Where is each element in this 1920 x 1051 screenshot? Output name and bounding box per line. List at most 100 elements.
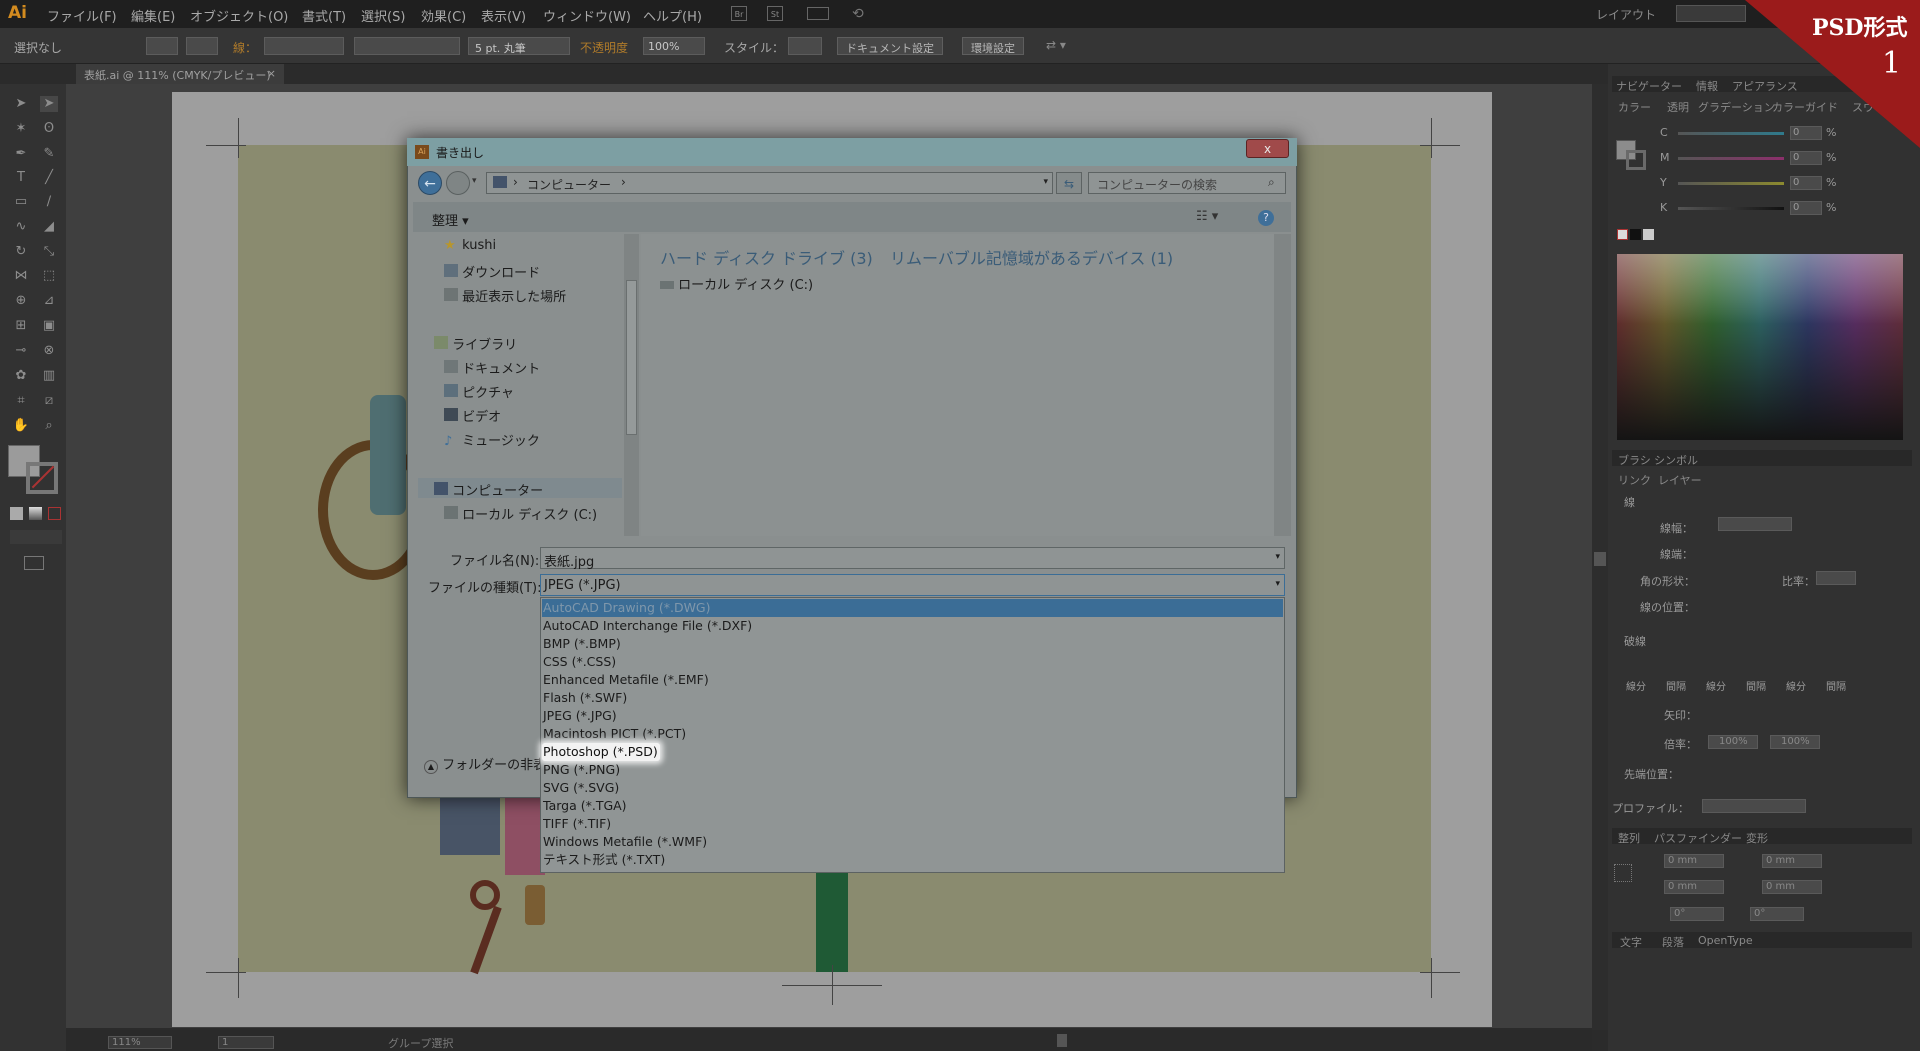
line-tool-icon[interactable]: ╱ — [40, 170, 58, 186]
menu-help[interactable]: ヘルプ(H) — [643, 6, 702, 25]
eraser-icon[interactable]: ◢ — [40, 219, 58, 235]
opacity-label[interactable]: 不透明度 — [580, 39, 628, 56]
scale-start-input[interactable]: 100% — [1708, 735, 1758, 749]
chevron-down-icon[interactable]: ▾ — [1275, 552, 1280, 562]
width-tool-icon[interactable]: ⋈ — [12, 268, 30, 284]
color-mode-icon[interactable] — [10, 507, 23, 520]
artboard-select[interactable]: 1 — [218, 1036, 274, 1049]
reference-point-icon[interactable] — [1614, 864, 1632, 882]
magic-wand-icon[interactable]: ✶ — [12, 121, 30, 137]
view-options-icon[interactable]: ☷ ▾ — [1196, 209, 1218, 224]
rotate-tool-icon[interactable]: ↻ — [12, 244, 30, 260]
menu-object[interactable]: オブジェクト(O) — [190, 6, 288, 25]
stroke-swatch[interactable] — [186, 37, 218, 55]
refresh-icon[interactable]: ⇆ — [1056, 172, 1082, 194]
nav-libraries[interactable]: ライブラリ — [434, 334, 517, 353]
filetype-option[interactable]: SVG (*.SVG) — [542, 779, 1283, 797]
file-item-local-disk[interactable]: ローカル ディスク (C:) — [660, 274, 813, 293]
tab-opentype[interactable]: OpenType — [1698, 934, 1753, 947]
scale-end-input[interactable]: 100% — [1770, 735, 1820, 749]
search-icon[interactable]: ⌕ — [1268, 175, 1275, 190]
hide-folders-toggle[interactable]: ▲ フォルダーの非表示 — [424, 754, 559, 774]
dialog-titlebar[interactable] — [407, 138, 1297, 166]
address-location[interactable]: コンピューター — [527, 176, 611, 193]
shape-builder-icon[interactable]: ⊕ — [12, 293, 30, 309]
stroke-color-icon[interactable] — [26, 462, 58, 494]
stroke-weight-field[interactable] — [1718, 517, 1792, 531]
paintbrush-icon[interactable]: ∕ — [40, 194, 58, 210]
nav-library-documents[interactable]: ドキュメント — [444, 358, 540, 377]
scale-tool-icon[interactable]: ⤡ — [40, 244, 58, 260]
dialog-search-input[interactable]: コンピューターの検索 — [1088, 172, 1286, 194]
vertical-scroll-thumb[interactable] — [1594, 552, 1606, 566]
magenta-input[interactable]: 0 — [1790, 151, 1822, 165]
help-icon[interactable]: ? — [1258, 210, 1274, 226]
menu-effect[interactable]: 効果(C) — [421, 6, 466, 25]
filetype-option[interactable]: Photoshop (*.PSD) — [542, 743, 660, 761]
draw-mode-icon[interactable] — [10, 530, 62, 544]
gradient-mode-icon[interactable] — [29, 507, 42, 520]
brush-select[interactable]: 5 pt. 丸筆 — [468, 37, 570, 55]
tab-links[interactable]: リンク — [1618, 472, 1651, 488]
nav-library-videos[interactable]: ビデオ — [444, 406, 501, 425]
eyedropper-icon[interactable]: ⊸ — [12, 343, 30, 359]
close-icon[interactable]: × — [267, 67, 276, 80]
filetype-option[interactable]: AutoCAD Interchange File (*.DXF) — [542, 617, 1283, 635]
help-search-input[interactable] — [1676, 5, 1746, 22]
panel-options-icon[interactable]: ⇄ ▾ — [1046, 38, 1066, 52]
lasso-icon[interactable]: ʘ — [40, 121, 58, 137]
tab-info[interactable]: 情報 — [1696, 78, 1718, 94]
tab-symbols[interactable]: シンボル — [1654, 452, 1698, 468]
filetype-option[interactable]: JPEG (*.JPG) — [542, 707, 1283, 725]
yellow-input[interactable]: 0 — [1790, 176, 1822, 190]
rotate-input[interactable]: 0° — [1670, 907, 1724, 921]
stroke-weight-input[interactable] — [264, 37, 344, 55]
pen-tool-icon[interactable]: ✒ — [12, 146, 30, 162]
transform-y-input[interactable]: 0 mm — [1664, 880, 1724, 894]
nav-library-music[interactable]: ♪ ミュージック — [444, 430, 540, 449]
screen-mode-icon[interactable] — [24, 556, 44, 570]
graphic-style-select[interactable] — [788, 37, 822, 55]
group-hard-drives[interactable]: ハード ディスク ドライブ (3) — [660, 245, 873, 269]
magenta-slider[interactable] — [1678, 157, 1784, 160]
filetype-option[interactable]: AutoCAD Drawing (*.DWG) — [542, 599, 1283, 617]
tab-layers[interactable]: レイヤー — [1658, 472, 1702, 488]
menu-window[interactable]: ウィンドウ(W) — [543, 6, 631, 25]
filetype-option[interactable]: Targa (*.TGA) — [542, 797, 1283, 815]
perspective-grid-icon[interactable]: ⊿ — [40, 293, 58, 309]
color-stroke-icon[interactable] — [1626, 150, 1646, 170]
direct-selection-tool-icon[interactable]: ➤ — [40, 96, 58, 112]
filetype-option[interactable]: テキスト形式 (*.TXT) — [542, 851, 1283, 869]
yellow-slider[interactable] — [1678, 182, 1784, 185]
gradient-tool-icon[interactable]: ▣ — [40, 318, 58, 334]
artboard-tool-icon[interactable]: ⌗ — [12, 393, 30, 409]
zoom-tool-icon[interactable]: ⌕ — [40, 418, 58, 434]
filetype-option[interactable]: Enhanced Metafile (*.EMF) — [542, 671, 1283, 689]
opacity-input[interactable]: 100% — [643, 37, 705, 55]
group-removable-devices[interactable]: リムーバブル記憶域があるデバイス (1) — [890, 245, 1173, 269]
tab-align[interactable]: 整列 — [1618, 830, 1640, 846]
filetype-option[interactable]: Macintosh PICT (*.PCT) — [542, 725, 1283, 743]
organize-button[interactable]: 整理 ▾ — [432, 210, 469, 229]
dashed-line-title[interactable]: 破線 — [1624, 633, 1646, 649]
menu-type[interactable]: 書式(T) — [302, 6, 346, 25]
bridge-button[interactable]: Br — [731, 6, 747, 21]
filetype-option[interactable]: BMP (*.BMP) — [542, 635, 1283, 653]
filetype-option[interactable]: Flash (*.SWF) — [542, 689, 1283, 707]
navigation-scroll-thumb[interactable] — [626, 280, 637, 435]
document-settings-button[interactable]: ドキュメント設定 — [837, 37, 943, 55]
transform-x-input[interactable]: 0 mm — [1664, 854, 1724, 868]
tab-color[interactable]: カラー — [1618, 99, 1651, 115]
none-swatch-icon[interactable] — [1617, 229, 1628, 240]
black-swatch-icon[interactable] — [1630, 229, 1641, 240]
symbol-sprayer-icon[interactable]: ✿ — [12, 368, 30, 384]
recent-locations-icon[interactable]: ▾ — [472, 176, 477, 186]
black-slider[interactable] — [1678, 207, 1784, 210]
arrange-documents-icon[interactable] — [807, 7, 829, 20]
graph-tool-icon[interactable]: ▥ — [40, 368, 58, 384]
slice-tool-icon[interactable]: ⧄ — [40, 393, 58, 409]
tab-pathfinder[interactable]: パスファインダー — [1654, 830, 1742, 846]
filetype-option[interactable]: CSS (*.CSS) — [542, 653, 1283, 671]
filetype-option[interactable]: TIFF (*.TIF) — [542, 815, 1283, 833]
back-arrow-icon[interactable]: ← — [418, 171, 442, 195]
